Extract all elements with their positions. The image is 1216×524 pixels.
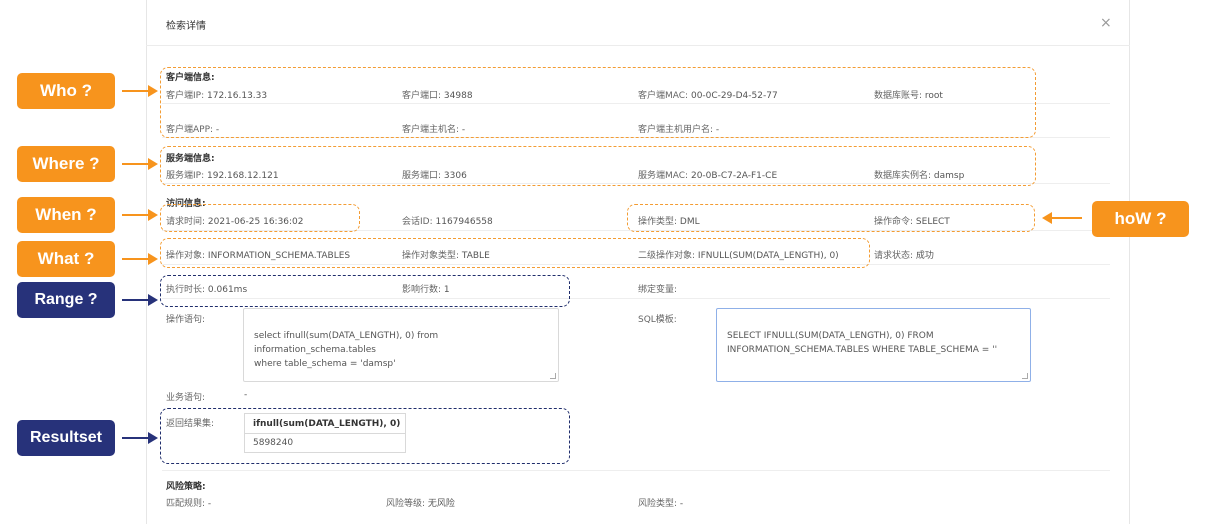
request-status: 请求状态: 成功 bbox=[874, 251, 934, 261]
resize-grip-icon[interactable] bbox=[1022, 373, 1028, 379]
sql-template-label: SQL模板: bbox=[638, 315, 677, 325]
range-highlight-box bbox=[160, 275, 570, 307]
where-tag: Where ? bbox=[17, 146, 115, 182]
row-divider bbox=[162, 470, 1110, 471]
range-arrow-head-icon bbox=[148, 294, 158, 306]
who-tag: Who ? bbox=[17, 73, 115, 109]
how-highlight-box bbox=[627, 204, 1035, 232]
who-arrow-head-icon bbox=[148, 85, 158, 97]
what-arrow-head-icon bbox=[148, 253, 158, 265]
resultset-highlight-box bbox=[160, 408, 570, 464]
modal-header bbox=[146, 0, 1130, 46]
when-arrow bbox=[122, 214, 150, 216]
when-highlight-box bbox=[160, 204, 360, 232]
how-tag: hoW ? bbox=[1092, 201, 1189, 237]
where-highlight-box bbox=[160, 146, 1036, 186]
what-arrow bbox=[122, 258, 150, 260]
range-tag: Range ? bbox=[17, 282, 115, 318]
statement-label: 操作语句: bbox=[166, 315, 206, 325]
what-tag: What ? bbox=[17, 241, 115, 277]
business-statement-label: 业务语句: bbox=[166, 393, 206, 403]
what-highlight-box bbox=[160, 238, 870, 268]
statement-text: select ifnull(sum(DATA_LENGTH), 0) from … bbox=[254, 331, 439, 369]
risk-type: 风险类型: - bbox=[638, 499, 684, 509]
when-arrow-head-icon bbox=[148, 209, 158, 221]
sql-template-text: SELECT IFNULL(SUM(DATA_LENGTH), 0) FROM … bbox=[727, 331, 998, 355]
business-statement-value: - bbox=[244, 390, 248, 400]
when-tag: When ? bbox=[17, 197, 115, 233]
resultset-arrow-head-icon bbox=[148, 432, 158, 444]
risk-section-title: 风险策略: bbox=[166, 482, 206, 492]
resultset-arrow bbox=[122, 437, 150, 439]
who-highlight-box bbox=[160, 67, 1036, 138]
bind-variables: 绑定变量: bbox=[638, 285, 678, 295]
risk-level: 风险等级: 无风险 bbox=[386, 499, 455, 509]
resize-grip-icon[interactable] bbox=[550, 373, 556, 379]
statement-textarea[interactable]: select ifnull(sum(DATA_LENGTH), 0) from … bbox=[243, 308, 559, 382]
range-arrow bbox=[122, 299, 150, 301]
how-arrow bbox=[1050, 217, 1082, 219]
close-icon[interactable]: × bbox=[1100, 15, 1112, 31]
sql-template-textarea[interactable]: SELECT IFNULL(SUM(DATA_LENGTH), 0) FROM … bbox=[716, 308, 1031, 382]
where-arrow-head-icon bbox=[148, 158, 158, 170]
who-arrow bbox=[122, 90, 150, 92]
match-rule: 匹配规则: - bbox=[166, 499, 212, 509]
session-id: 会话ID: 1167946558 bbox=[402, 217, 493, 227]
resultset-tag: Resultset bbox=[17, 420, 115, 456]
where-arrow bbox=[122, 163, 150, 165]
modal-title: 检索详情 bbox=[166, 21, 206, 32]
